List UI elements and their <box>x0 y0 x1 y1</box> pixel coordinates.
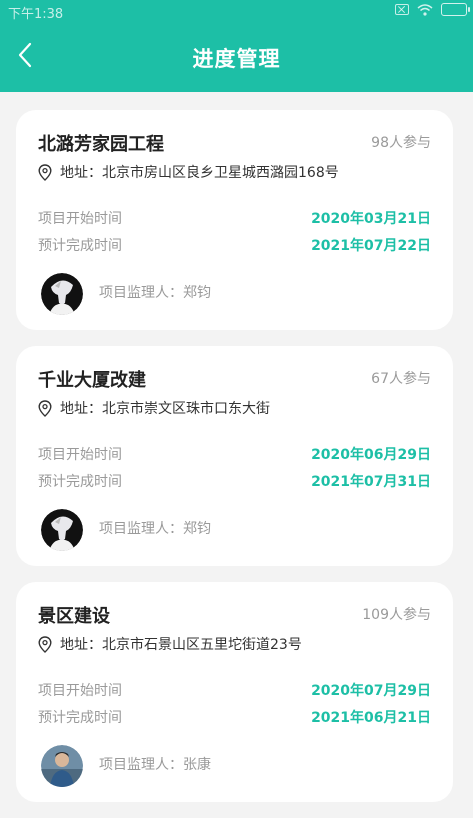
app-header: 下午1:38 进度管理 <box>0 0 473 92</box>
project-list: 北潞芳家园工程 98人参与 地址：北京市房山区良乡卫星城西潞园168号 项目开始… <box>16 110 453 818</box>
battery-icon <box>441 3 470 16</box>
project-card[interactable]: 北潞芳家园工程 98人参与 地址：北京市房山区良乡卫星城西潞园168号 项目开始… <box>16 110 453 330</box>
participant-count: 109人参与 <box>362 607 431 623</box>
end-date: 2021年07月31日 <box>311 474 431 490</box>
avatar <box>41 745 83 787</box>
supervisor: 项目监理人：张康 <box>99 757 211 773</box>
start-label: 项目开始时间 <box>38 683 122 699</box>
address-text: 地址：北京市崇文区珠市口东大街 <box>60 401 270 417</box>
start-date: 2020年07月29日 <box>311 683 431 699</box>
project-name: 北潞芳家园工程 <box>38 134 164 155</box>
project-card[interactable]: 景区建设 109人参与 地址：北京市石景山区五里坨街道23号 项目开始时间 20… <box>16 582 453 802</box>
address-text: 地址：北京市房山区良乡卫星城西潞园168号 <box>60 165 339 181</box>
project-address: 地址：北京市石景山区五里坨街道23号 <box>38 634 302 654</box>
supervisor: 项目监理人：郑钧 <box>99 521 211 537</box>
end-date: 2021年06月21日 <box>311 710 431 726</box>
start-label: 项目开始时间 <box>38 211 122 227</box>
status-time: 下午1:38 <box>8 7 64 22</box>
start-date: 2020年03月21日 <box>311 211 431 227</box>
participant-count: 98人参与 <box>371 135 431 151</box>
project-name: 千业大厦改建 <box>38 370 146 391</box>
dark-illustration-avatar-icon <box>41 273 83 315</box>
project-address: 地址：北京市崇文区珠市口东大街 <box>38 398 270 418</box>
avatar <box>41 509 83 551</box>
project-card[interactable]: 千业大厦改建 67人参与 地址：北京市崇文区珠市口东大街 项目开始时间 2020… <box>16 346 453 566</box>
avatar <box>41 273 83 315</box>
photo-person-avatar-icon <box>41 745 83 787</box>
end-date: 2021年07月22日 <box>311 238 431 254</box>
address-text: 地址：北京市石景山区五里坨街道23号 <box>60 637 302 653</box>
wifi-icon <box>417 3 433 16</box>
supervisor: 项目监理人：郑钧 <box>99 285 211 301</box>
location-pin-icon <box>38 635 52 653</box>
dark-illustration-avatar-icon <box>41 509 83 551</box>
status-bar: 下午1:38 <box>0 0 473 22</box>
location-pin-icon <box>38 163 52 181</box>
participant-count: 67人参与 <box>371 371 431 387</box>
status-icons <box>395 3 470 16</box>
project-name: 景区建设 <box>38 606 110 627</box>
end-label: 预计完成时间 <box>38 238 122 254</box>
page-title: 进度管理 <box>192 47 281 71</box>
start-date: 2020年06月29日 <box>311 447 431 463</box>
end-label: 预计完成时间 <box>38 710 122 726</box>
no-sim-icon <box>395 4 409 15</box>
end-label: 预计完成时间 <box>38 474 122 490</box>
location-pin-icon <box>38 399 52 417</box>
project-address: 地址：北京市房山区良乡卫星城西潞园168号 <box>38 162 339 182</box>
start-label: 项目开始时间 <box>38 447 122 463</box>
